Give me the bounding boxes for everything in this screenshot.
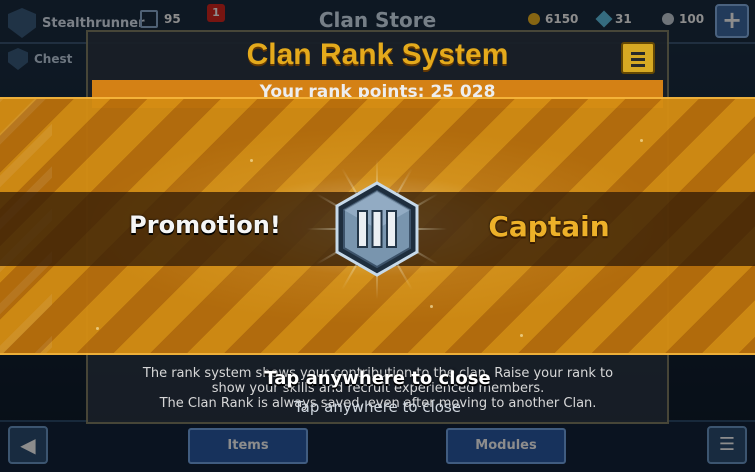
tab-modules[interactable]: Modules <box>446 428 566 464</box>
tap-to-close-hint[interactable]: Tap anywhere to close <box>0 368 755 389</box>
sparkle <box>250 159 253 162</box>
sparkle <box>520 334 523 337</box>
menu-button[interactable]: ☰ <box>707 426 747 464</box>
sparkle <box>430 305 433 308</box>
coin-icon <box>528 13 540 25</box>
sparkle <box>96 327 99 330</box>
back-button[interactable]: ◀ <box>8 426 48 464</box>
panel-title: Clan Rank System <box>246 38 509 71</box>
background-close-hint: Tap anywhere to close <box>293 398 462 416</box>
tickets-counter: 100 <box>662 12 704 26</box>
panel-menu-button[interactable] <box>621 42 655 74</box>
tab-chest[interactable]: Chest <box>8 48 72 70</box>
bottom-bar <box>0 420 755 472</box>
gems-value: 31 <box>615 12 632 26</box>
tickets-value: 100 <box>679 12 705 26</box>
coins-counter: 6150 <box>528 12 578 26</box>
promotion-banner[interactable]: Promotion! Captain <box>0 97 755 355</box>
sparkle <box>640 139 643 142</box>
coins-value: 6150 <box>545 12 579 26</box>
new-rank-name: Captain <box>488 210 610 243</box>
gem-icon <box>595 10 613 28</box>
store-title: Clan Store <box>318 8 437 32</box>
add-currency-button[interactable]: + <box>715 4 749 38</box>
ticket-icon <box>662 13 674 25</box>
tab-chest-label: Chest <box>34 52 73 66</box>
gems-counter: 31 <box>595 10 632 28</box>
tab-items[interactable]: Items <box>188 428 308 464</box>
chest-icon <box>8 48 28 70</box>
